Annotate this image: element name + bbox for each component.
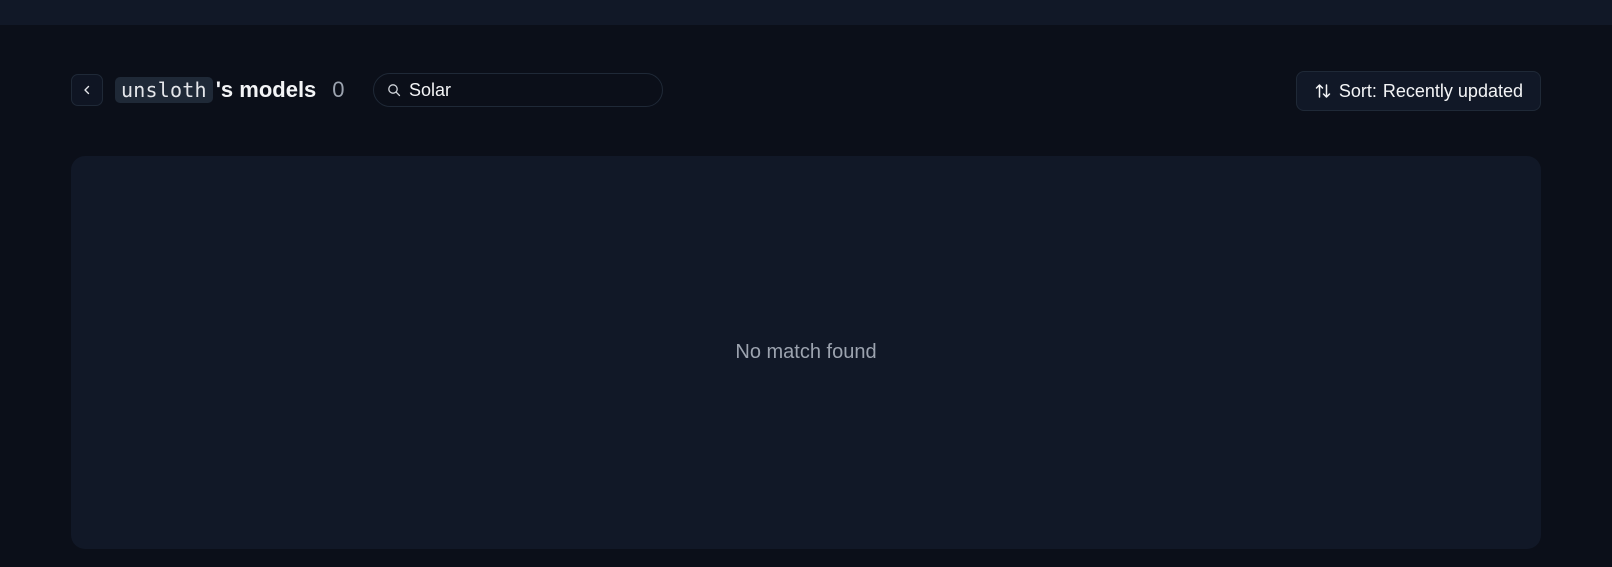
results-panel: No match found xyxy=(71,156,1541,549)
sort-arrows-icon xyxy=(1313,81,1333,101)
top-navigation-bar xyxy=(0,0,1612,25)
title-suffix: 's models xyxy=(215,77,317,102)
search-box[interactable] xyxy=(373,73,663,107)
chevron-left-icon xyxy=(84,85,90,95)
back-button[interactable] xyxy=(71,74,103,106)
page-title: unsloth 's models 0 xyxy=(115,73,345,107)
search-icon xyxy=(386,82,402,98)
sort-value: Recently updated xyxy=(1382,80,1523,101)
empty-state-message: No match found xyxy=(735,341,877,363)
models-count: 0 xyxy=(332,77,345,102)
models-header: unsloth 's models 0 Sort: Recently updat… xyxy=(71,71,1541,111)
sort-label: Sort: xyxy=(1338,80,1377,101)
sort-button[interactable]: Sort: Recently updated xyxy=(1295,71,1541,111)
search-input[interactable] xyxy=(409,75,650,105)
owner-name[interactable]: unsloth xyxy=(115,77,213,103)
